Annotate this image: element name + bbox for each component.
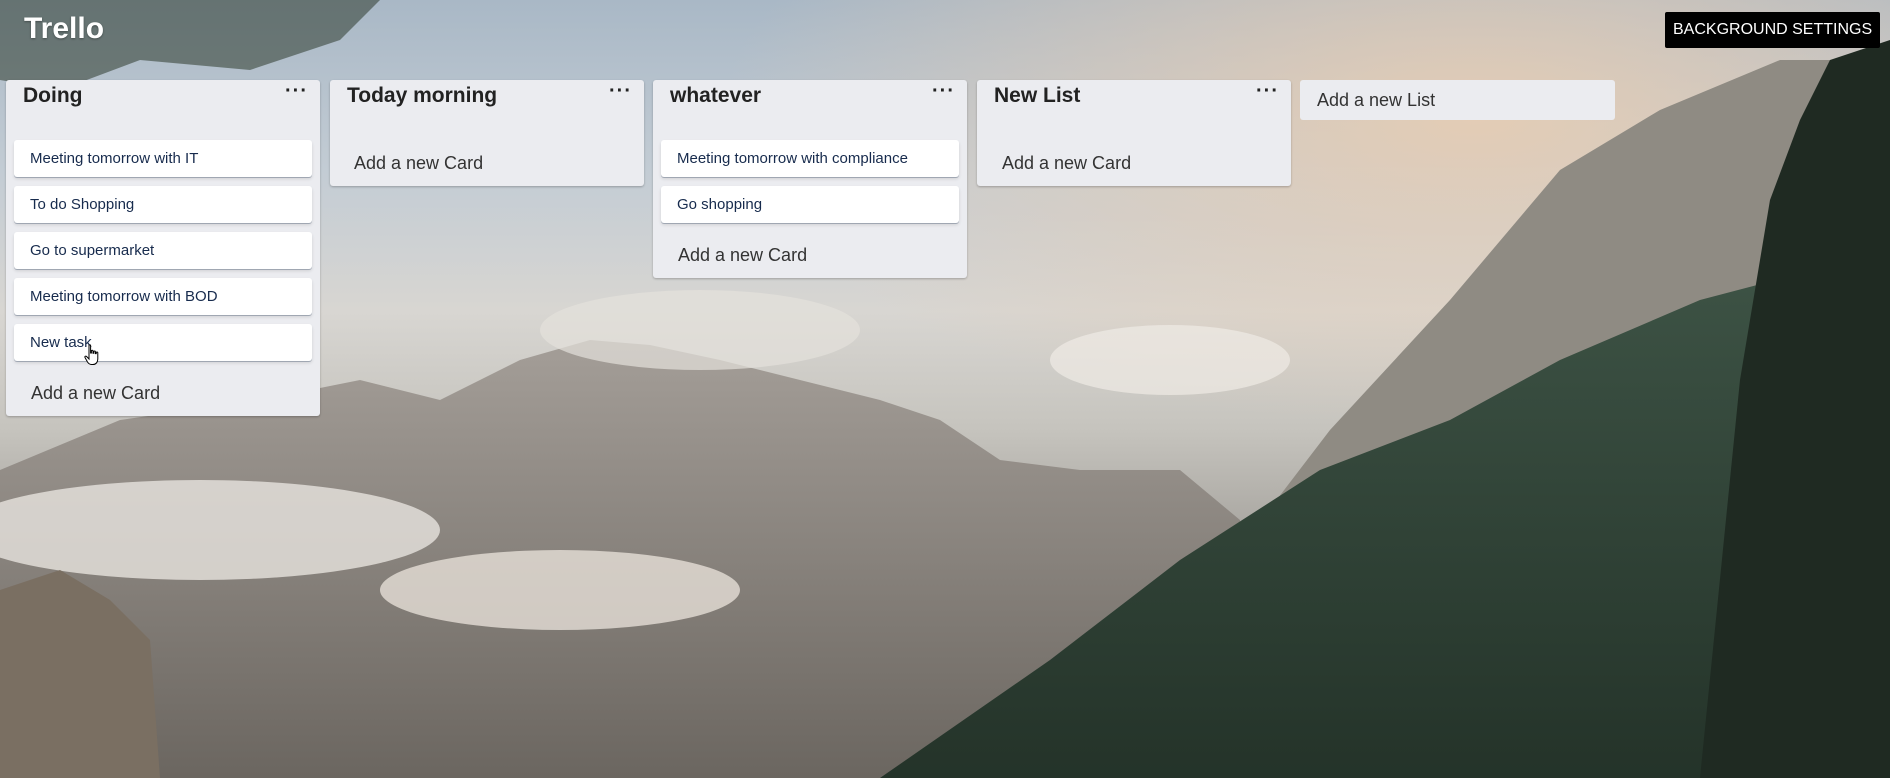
card-list: Meeting tomorrow with compliance Go shop… xyxy=(653,140,967,223)
list-header: Today morning ··· xyxy=(330,80,644,140)
card-list: Meeting tomorrow with IT To do Shopping … xyxy=(6,140,320,361)
add-card-button[interactable]: Add a new Card xyxy=(653,232,967,278)
list-header: whatever ··· xyxy=(653,80,967,140)
card[interactable]: Meeting tomorrow with BOD xyxy=(14,278,312,315)
ellipsis-icon[interactable]: ··· xyxy=(1256,81,1279,101)
list-whatever: whatever ··· Meeting tomorrow with compl… xyxy=(653,80,967,278)
list-title[interactable]: New List xyxy=(994,84,1080,108)
add-list-button[interactable]: Add a new List xyxy=(1300,80,1615,120)
card[interactable]: Meeting tomorrow with IT xyxy=(14,140,312,177)
card[interactable]: Go to supermarket xyxy=(14,232,312,269)
ellipsis-icon[interactable]: ··· xyxy=(285,81,308,101)
list-new-list: New List ··· Add a new Card xyxy=(977,80,1291,186)
list-title[interactable]: Today morning xyxy=(347,84,497,108)
app-logo[interactable]: Trello xyxy=(24,12,104,46)
list-today-morning: Today morning ··· Add a new Card xyxy=(330,80,644,186)
add-card-button[interactable]: Add a new Card xyxy=(6,370,320,416)
list-doing: Doing ··· Meeting tomorrow with IT To do… xyxy=(6,80,320,416)
add-card-button[interactable]: Add a new Card xyxy=(977,140,1291,186)
card[interactable]: Go shopping xyxy=(661,186,959,223)
list-header: New List ··· xyxy=(977,80,1291,140)
list-header: Doing ··· xyxy=(6,80,320,140)
list-title[interactable]: Doing xyxy=(23,84,82,108)
add-card-button[interactable]: Add a new Card xyxy=(330,140,644,186)
background-settings-button[interactable]: BACKGROUND SETTINGS xyxy=(1665,12,1881,48)
ellipsis-icon[interactable]: ··· xyxy=(609,81,632,101)
ellipsis-icon[interactable]: ··· xyxy=(932,81,955,101)
card[interactable]: Meeting tomorrow with compliance xyxy=(661,140,959,177)
card[interactable]: New task xyxy=(14,324,312,361)
list-title[interactable]: whatever xyxy=(670,84,761,108)
hand-pointer-icon xyxy=(84,344,99,365)
card[interactable]: To do Shopping xyxy=(14,186,312,223)
